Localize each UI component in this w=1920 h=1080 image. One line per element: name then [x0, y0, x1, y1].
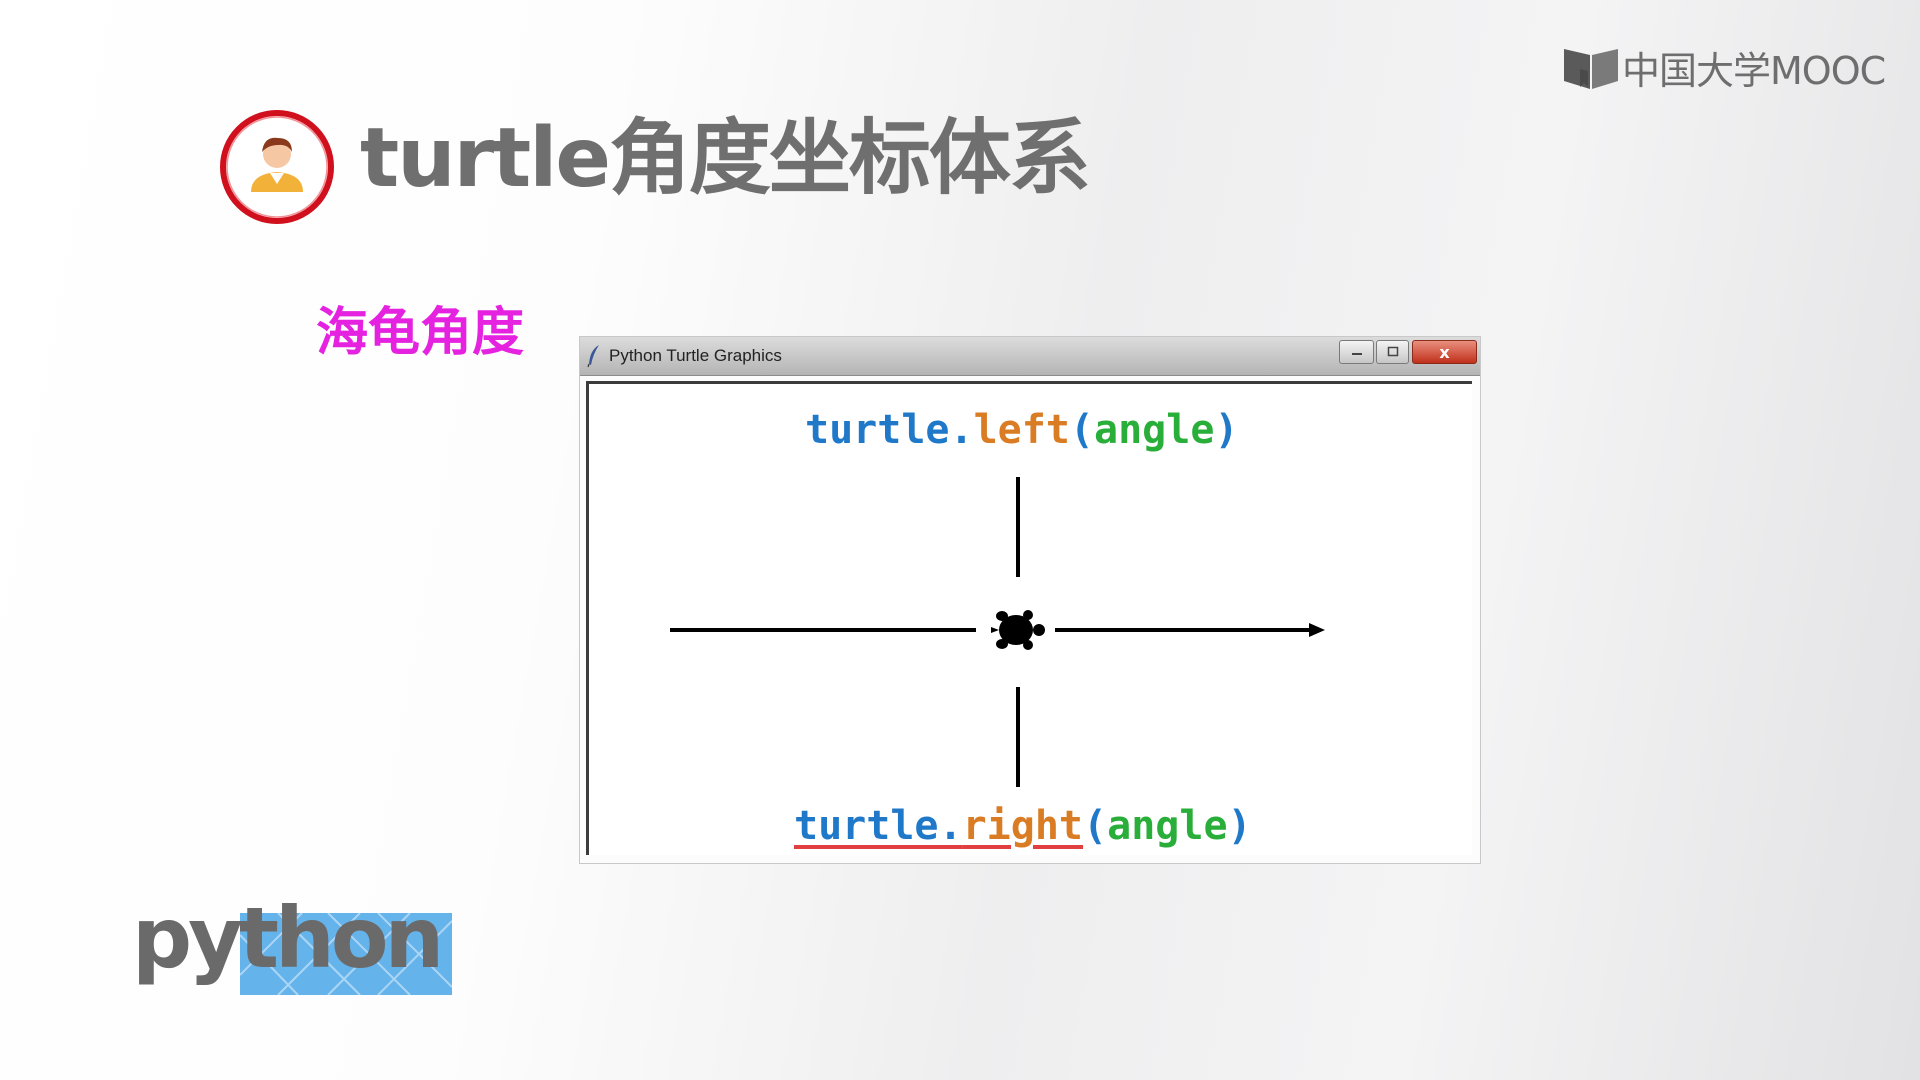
python-logo: python: [132, 889, 453, 996]
code-module: turtle: [794, 803, 939, 849]
code-open-paren: (: [1083, 803, 1108, 849]
right-code-label: turtle.right(angle): [794, 806, 1252, 846]
code-method: right: [962, 803, 1084, 849]
mooc-logo: 中国大学MOOC: [1562, 40, 1886, 95]
code-dot: .: [938, 803, 963, 849]
subtitle: 海龟角度: [316, 303, 525, 363]
python-logo-text: python: [132, 889, 440, 987]
turtle-graphics-window: Python Turtle Graphics x turtle.left(ang…: [579, 336, 1481, 864]
book-icon: [1564, 48, 1618, 89]
minimize-button[interactable]: [1339, 340, 1374, 364]
turtle-icon: [991, 610, 1045, 650]
close-icon: x: [1439, 342, 1450, 362]
code-close-paren: ): [1227, 803, 1252, 849]
slide-title: turtle角度坐标体系: [360, 111, 1091, 206]
arrowhead: [1309, 623, 1325, 637]
code-arg: angle: [1107, 803, 1228, 849]
window-title: Python Turtle Graphics: [609, 346, 782, 365]
minimize-icon: [1351, 353, 1362, 355]
close-button[interactable]: x: [1412, 340, 1477, 364]
feather-icon: [587, 345, 599, 368]
turtle-canvas[interactable]: turtle.left(angle) turtle.right(angle): [586, 381, 1472, 855]
maximize-icon: [1387, 346, 1398, 357]
maximize-button[interactable]: [1376, 340, 1409, 364]
avatar-icon: [220, 110, 334, 224]
window-titlebar[interactable]: Python Turtle Graphics x: [580, 337, 1480, 376]
angle-diagram: [670, 477, 1325, 787]
mooc-logo-text: 中国大学MOOC: [1622, 49, 1886, 93]
